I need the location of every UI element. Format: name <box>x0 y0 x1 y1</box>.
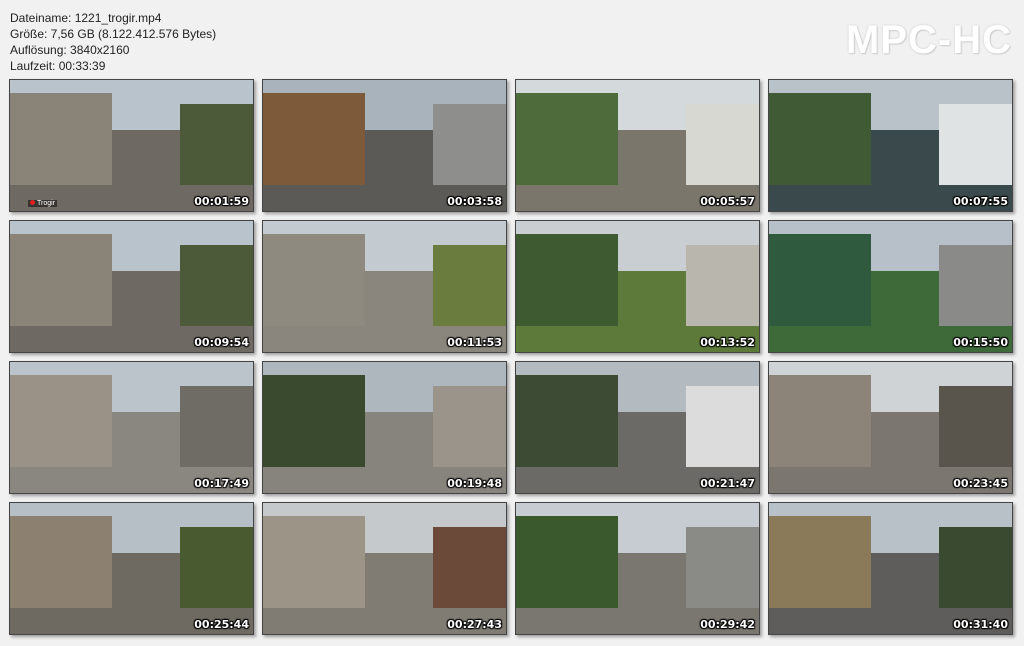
video-thumbnail: 00:11:53 <box>262 220 507 353</box>
thumbnail-scene-right <box>686 526 759 608</box>
thumbnail-scene-right <box>939 526 1012 608</box>
thumbnail-scene-left <box>263 375 366 470</box>
filename-text: Dateiname: 1221_trogir.mp4 <box>10 11 162 25</box>
thumbnail-scene-right <box>433 526 506 608</box>
thumbnail-scene-left <box>516 93 619 188</box>
thumbnail-scene-left <box>263 516 366 611</box>
thumbnail-scene-left <box>10 93 113 188</box>
thumbnail-timestamp: 00:07:55 <box>953 195 1008 208</box>
thumbnail-scene-left <box>769 516 872 611</box>
filesize-text: Größe: 7,56 GB (8.122.412.576 Bytes) <box>10 27 217 41</box>
video-thumbnail: 00:19:48 <box>262 361 507 494</box>
video-thumbnail: 00:31:40 <box>768 502 1013 635</box>
video-thumbnail: 00:07:55 <box>768 79 1013 212</box>
thumbnail-timestamp: 00:01:59 <box>194 195 249 208</box>
thumbnail-scene-right <box>939 385 1012 467</box>
thumbnail-scene-left <box>769 375 872 470</box>
thumbnail-timestamp: 00:13:52 <box>700 336 755 349</box>
thumbnail-scene-left <box>10 516 113 611</box>
thumbnail-scene-right <box>180 244 253 326</box>
video-thumbnail: 00:27:43 <box>262 502 507 635</box>
thumbnail-scene-left <box>769 93 872 188</box>
video-thumbnail: 00:09:54 <box>9 220 254 353</box>
video-thumbnail: 00:03:58 <box>262 79 507 212</box>
thumbnail-scene-left <box>263 234 366 329</box>
thumbnail-timestamp: 00:05:57 <box>700 195 755 208</box>
thumbnail-scene-right <box>180 526 253 608</box>
thumbnail-timestamp: 00:15:50 <box>953 336 1008 349</box>
thumbnail-scene-left <box>516 375 619 470</box>
thumbnail-scene-right <box>686 385 759 467</box>
resolution-text: Auflösung: 3840x2160 <box>10 43 130 57</box>
thumbnail-scene-left <box>516 234 619 329</box>
thumbnail-scene-left <box>769 234 872 329</box>
channel-watermark: Trogir <box>28 200 58 207</box>
thumbnail-timestamp: 00:23:45 <box>953 477 1008 490</box>
thumbnail-grid: Trogir 00:01:59 00:03:58 00:05:57 00:07:55 00… <box>9 79 1013 635</box>
duration-text: Laufzeit: 00:33:39 <box>10 59 106 73</box>
thumbnail-scene-right <box>939 103 1012 185</box>
video-thumbnail: 00:21:47 <box>515 361 760 494</box>
thumbnail-scene-left <box>516 516 619 611</box>
thumbnail-timestamp: 00:11:53 <box>447 336 502 349</box>
thumbnail-timestamp: 00:03:58 <box>447 195 502 208</box>
thumbnail-scene-left <box>10 234 113 329</box>
video-thumbnail: 00:23:45 <box>768 361 1013 494</box>
video-thumbnail: 00:05:57 <box>515 79 760 212</box>
thumbnail-timestamp: 00:29:42 <box>700 618 755 631</box>
video-thumbnail: 00:25:44 <box>9 502 254 635</box>
thumbnail-scene-left <box>10 375 113 470</box>
video-thumbnail: 00:15:50 <box>768 220 1013 353</box>
thumbnail-timestamp: 00:09:54 <box>194 336 249 349</box>
thumbnail-scene-right <box>433 244 506 326</box>
thumbnail-timestamp: 00:31:40 <box>953 618 1008 631</box>
thumbnail-scene-right <box>180 385 253 467</box>
file-info: Dateiname: 1221_trogir.mp4 Größe: 7,56 G… <box>10 10 216 74</box>
thumbnail-scene-right <box>433 385 506 467</box>
video-thumbnail: 00:29:42 <box>515 502 760 635</box>
thumbnail-timestamp: 00:21:47 <box>700 477 755 490</box>
thumbnail-scene-right <box>180 103 253 185</box>
thumbnail-scene-right <box>686 244 759 326</box>
thumbnail-timestamp: 00:25:44 <box>194 618 249 631</box>
thumbnail-timestamp: 00:19:48 <box>447 477 502 490</box>
thumbnail-timestamp: 00:27:43 <box>447 618 502 631</box>
thumbnail-scene-right <box>939 244 1012 326</box>
video-thumbnail: 00:13:52 <box>515 220 760 353</box>
thumbnail-timestamp: 00:17:49 <box>194 477 249 490</box>
mpc-hc-logo: MPC-HC <box>846 18 1012 62</box>
video-thumbnail: 00:17:49 <box>9 361 254 494</box>
thumbnail-scene-right <box>686 103 759 185</box>
thumbnail-scene-left <box>263 93 366 188</box>
video-thumbnail: Trogir 00:01:59 <box>9 79 254 212</box>
thumbnail-scene-right <box>433 103 506 185</box>
